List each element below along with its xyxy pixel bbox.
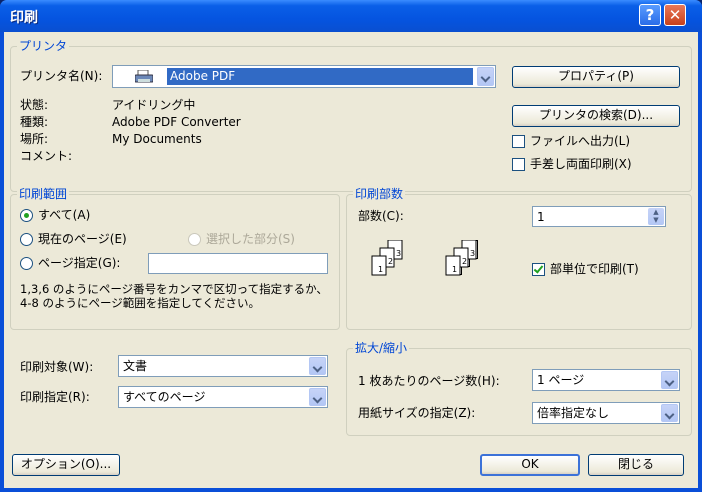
collate-illustration: 3 2 1 3 2 1 xyxy=(366,240,516,310)
chevron-down-icon[interactable] xyxy=(477,67,494,86)
svg-text:1: 1 xyxy=(452,265,457,274)
zoom-group-title: 拡大/縮小 xyxy=(353,340,410,356)
copies-count-label: 部数(C): xyxy=(358,209,404,223)
dialog-title: 印刷 xyxy=(10,10,38,26)
page-range-hint: 1,3,6 のようにページ番号をカンマで区切って指定するか、4-8 のようにペー… xyxy=(20,282,328,310)
printer-name-value: Adobe PDF xyxy=(170,69,236,83)
range-current-label[interactable]: 現在のページ(E) xyxy=(38,231,127,247)
collate-pages-icon: 3 2 1 3 2 1 xyxy=(371,240,477,276)
chevron-down-icon[interactable] xyxy=(309,388,326,406)
printer-name-label: プリンタ名(N): xyxy=(20,69,103,83)
svg-text:2: 2 xyxy=(462,257,467,266)
dialog-client: プリンタ プリンタ名(N): Adobe PDF プロパティ(P) プリンタの検… xyxy=(4,32,698,488)
manual-duplex-label[interactable]: 手差し両面印刷(X) xyxy=(530,156,632,172)
chevron-down-icon[interactable] xyxy=(661,404,678,422)
print-dialog: 印刷 ? ✕ プリンタ プリンタ名(N): Adobe PDF プロパティ(P)… xyxy=(0,0,702,492)
type-value: Adobe PDF Converter xyxy=(112,115,241,129)
print-pages-select[interactable]: すべてのページ xyxy=(118,386,328,408)
close-button[interactable]: 閉じる xyxy=(588,454,684,476)
print-to-file-label[interactable]: ファイルへ出力(L) xyxy=(530,133,630,149)
print-pages-label: 印刷指定(R): xyxy=(20,390,90,404)
print-to-file-checkbox[interactable] xyxy=(512,135,525,148)
print-what-label: 印刷対象(W): xyxy=(20,360,94,374)
chevron-down-icon[interactable] xyxy=(661,371,678,389)
copies-spinner[interactable]: 1 ▲ ▼ xyxy=(532,206,666,227)
ok-button[interactable]: OK xyxy=(480,454,580,476)
scale-to-paper-select[interactable]: 倍率指定なし xyxy=(532,402,680,424)
svg-text:2: 2 xyxy=(388,257,393,266)
page-range-group-title: 印刷範囲 xyxy=(17,186,70,202)
chevron-down-icon[interactable] xyxy=(309,357,326,375)
printer-name-highlight: Adobe PDF xyxy=(167,68,473,85)
range-current-radio[interactable] xyxy=(20,233,33,246)
pages-per-sheet-label: 1 枚あたりのページ数(H): xyxy=(358,374,500,388)
print-what-value: 文書 xyxy=(123,359,148,373)
status-value: アイドリング中 xyxy=(112,98,196,112)
pages-per-sheet-select[interactable]: 1 ページ xyxy=(532,369,680,391)
range-pages-radio[interactable] xyxy=(20,257,33,270)
page-range-input[interactable] xyxy=(148,253,328,274)
printer-name-select[interactable]: Adobe PDF xyxy=(112,65,496,88)
spinner-arrows-icon[interactable]: ▲ ▼ xyxy=(648,208,664,225)
find-printer-button[interactable]: プリンタの検索(D)... xyxy=(512,105,680,127)
scale-to-paper-value: 倍率指定なし xyxy=(537,406,610,420)
scale-to-paper-label: 用紙サイズの指定(Z): xyxy=(358,406,476,420)
title-bar: 印刷 ? ✕ xyxy=(0,0,702,32)
where-label: 場所: xyxy=(20,132,49,146)
pages-per-sheet-value: 1 ページ xyxy=(537,373,585,387)
collate-label[interactable]: 部単位で印刷(T) xyxy=(550,261,639,277)
printer-group-title: プリンタ xyxy=(17,38,70,54)
printer-icon xyxy=(134,69,154,83)
properties-button[interactable]: プロパティ(P) xyxy=(512,66,680,88)
collate-checkbox[interactable] xyxy=(532,263,545,276)
print-what-select[interactable]: 文書 xyxy=(118,355,328,377)
svg-text:1: 1 xyxy=(378,265,383,274)
copies-count-value: 1 xyxy=(537,210,545,224)
manual-duplex-checkbox[interactable] xyxy=(512,158,525,171)
where-value: My Documents xyxy=(112,132,202,146)
range-pages-label[interactable]: ページ指定(G): xyxy=(38,255,120,271)
copies-group-title: 印刷部数 xyxy=(353,186,406,202)
range-selection-label: 選択した部分(S) xyxy=(206,232,295,246)
range-selection-radio xyxy=(188,233,201,246)
close-window-button[interactable]: ✕ xyxy=(664,4,686,26)
range-all-radio[interactable] xyxy=(20,209,33,222)
print-pages-value: すべてのページ xyxy=(123,390,206,404)
type-label: 種類: xyxy=(20,115,49,129)
status-label: 状態: xyxy=(20,98,49,112)
help-button[interactable]: ? xyxy=(639,4,661,26)
range-all-label[interactable]: すべて(A) xyxy=(38,207,90,223)
options-button[interactable]: オプション(O)... xyxy=(12,454,120,476)
comment-label: コメント: xyxy=(20,149,73,163)
svg-text:3: 3 xyxy=(396,249,401,258)
svg-text:3: 3 xyxy=(470,249,475,258)
